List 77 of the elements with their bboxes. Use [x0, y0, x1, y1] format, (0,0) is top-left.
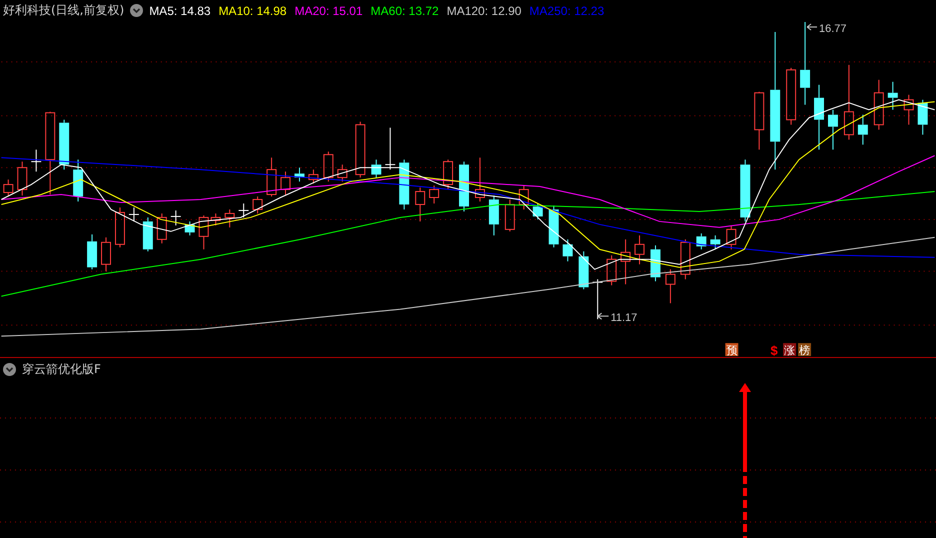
signal-badge: 预	[725, 343, 738, 357]
candlestick	[3, 179, 14, 196]
candlestick	[710, 234, 720, 250]
candlestick	[786, 67, 796, 126]
candlestick	[858, 114, 868, 146]
candlestick	[532, 202, 543, 220]
candlestick	[210, 212, 221, 226]
indicator-title: 穿云箭优化版F	[22, 360, 101, 378]
candlestick	[874, 79, 884, 130]
candlestick	[323, 151, 334, 182]
chevron-down-icon[interactable]	[130, 4, 144, 18]
candlestick	[156, 212, 167, 244]
candlestick	[59, 119, 70, 170]
arrow-icon	[806, 23, 818, 30]
candlestick	[399, 159, 410, 210]
candlestick	[488, 194, 499, 236]
candlestick	[114, 206, 125, 248]
candlestick	[73, 159, 84, 202]
candlestick	[87, 234, 98, 270]
indicator-value: MA5: 14.83	[149, 4, 211, 18]
candlestick	[443, 159, 454, 190]
candlestick	[101, 236, 111, 272]
candlestick	[562, 238, 573, 262]
candlestick	[266, 157, 277, 197]
indicator-value: MA10: 14.98	[218, 4, 287, 18]
signal-glyph: $	[770, 343, 778, 357]
candlestick	[904, 94, 914, 126]
candlestick	[142, 216, 153, 252]
candlestick	[170, 210, 182, 226]
candlestick	[592, 278, 604, 320]
price-label: 16.77	[819, 22, 846, 35]
candlestick	[429, 184, 440, 204]
indicator-value: MA20: 15.01	[294, 4, 363, 18]
candlestick	[198, 214, 209, 250]
candlestick	[371, 159, 382, 178]
candlestick	[355, 121, 366, 178]
candlestick	[548, 204, 559, 248]
indicator-value: MA120: 12.90	[446, 4, 522, 18]
candlestick	[308, 169, 318, 184]
indicator-value: MA250: 12.23	[529, 4, 604, 18]
signal-badge: 涨	[783, 343, 796, 357]
candlestick	[280, 171, 290, 196]
candlestick	[918, 99, 928, 136]
candlestick	[518, 184, 529, 210]
candlestick	[578, 250, 589, 290]
candlestick	[128, 206, 140, 222]
indicator-value: MA60: 13.72	[370, 4, 439, 18]
candlestick	[224, 208, 235, 228]
candlestick	[238, 202, 250, 218]
candlestick	[252, 196, 263, 214]
candlestick	[459, 161, 469, 212]
chevron-down-icon[interactable]	[3, 362, 16, 376]
candlestick	[634, 234, 644, 265]
candlestick	[696, 232, 706, 250]
signal-badge: 榜	[798, 343, 812, 357]
candlestick	[184, 220, 195, 236]
candlestick	[504, 198, 515, 232]
candlestick	[30, 149, 42, 172]
candlestick	[665, 268, 676, 304]
candlestick	[888, 81, 898, 110]
candlestick	[337, 164, 348, 182]
candlestick	[828, 109, 838, 150]
candlestick	[620, 238, 631, 285]
chart-title: 好利科技(日线,前复权)	[3, 2, 124, 20]
arrow-icon	[597, 312, 610, 320]
price-label: 11.17	[610, 312, 638, 324]
candlestick	[740, 159, 750, 222]
candlestick	[814, 84, 824, 150]
candlestick	[384, 127, 396, 170]
candlestick	[726, 224, 736, 250]
candlestick	[415, 186, 426, 222]
candlestick	[474, 157, 485, 202]
candlestick	[294, 167, 304, 182]
candlestick	[754, 91, 764, 150]
candlestick	[17, 161, 28, 196]
candlestick	[606, 254, 617, 286]
candlestick	[680, 238, 690, 280]
